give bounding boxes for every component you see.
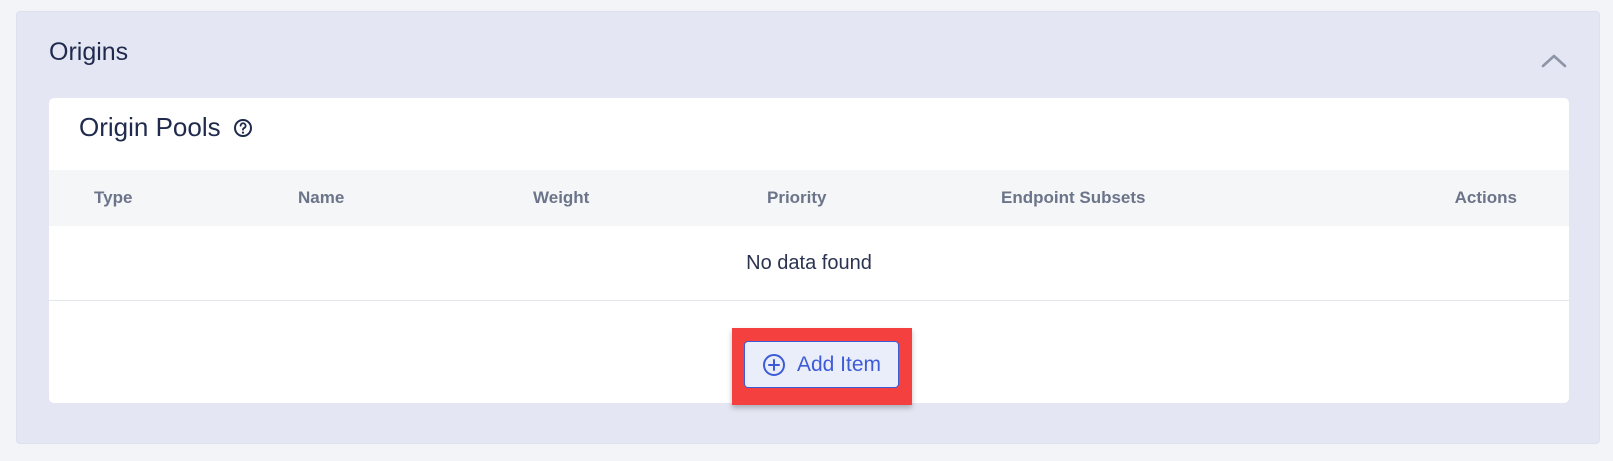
card-title: Origin Pools (79, 112, 221, 142)
empty-table-message: No data found (49, 226, 1569, 301)
column-header-priority[interactable]: Priority (767, 170, 827, 226)
question-circle-icon[interactable] (233, 118, 253, 138)
highlight-frame: Add Item (732, 328, 912, 405)
column-header-actions: Actions (1454, 188, 1517, 207)
add-item-label: Add Item (796, 352, 882, 376)
column-header-name[interactable]: Name (298, 170, 344, 226)
table-header: Type Name Weight Priority Endpoint Subse… (49, 170, 1569, 226)
add-item-button[interactable]: Add Item (744, 341, 899, 388)
card-header: Origin Pools (79, 112, 253, 143)
column-header-type[interactable]: Type (94, 170, 132, 226)
column-header-weight[interactable]: Weight (533, 170, 589, 226)
origins-section: Origins Origin Pools Type Name Weight Pr… (16, 11, 1600, 444)
column-header-endpoint-subsets[interactable]: Endpoint Subsets (1001, 170, 1146, 226)
chevron-up-icon (1541, 54, 1567, 68)
section-title: Origins (49, 38, 129, 66)
collapse-button[interactable] (1539, 50, 1569, 70)
origin-pools-card: Origin Pools Type Name Weight Priority E… (49, 98, 1569, 405)
plus-circle-icon (762, 353, 786, 377)
